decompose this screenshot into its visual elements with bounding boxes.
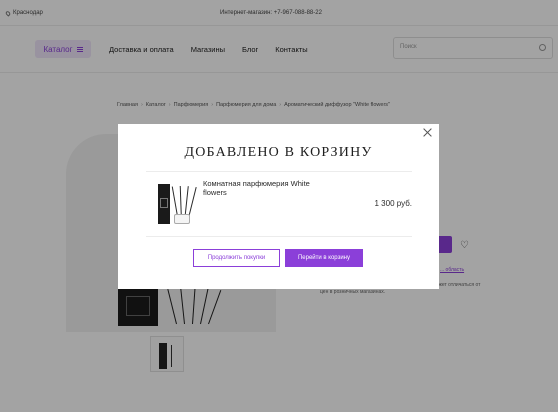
go-to-cart-button[interactable]: Перейти в корзину <box>285 249 363 267</box>
added-to-cart-modal: ДОБАВЛЕНО В КОРЗИНУ Комнатная парфюмерия… <box>118 124 439 289</box>
cart-item-row: Комнатная парфюмерия White flowers 1 300… <box>146 171 412 237</box>
item-bottle <box>174 214 190 224</box>
cart-item-price: 1 300 руб. <box>374 199 413 208</box>
continue-shopping-button[interactable]: Продолжить покупки <box>193 249 280 267</box>
modal-title: ДОБАВЛЕНО В КОРЗИНУ <box>184 145 373 160</box>
cart-item-name[interactable]: Комнатная парфюмерия White flowers <box>203 179 323 197</box>
cart-item-image <box>158 180 197 228</box>
item-box <box>158 184 170 224</box>
close-icon[interactable] <box>423 128 433 138</box>
